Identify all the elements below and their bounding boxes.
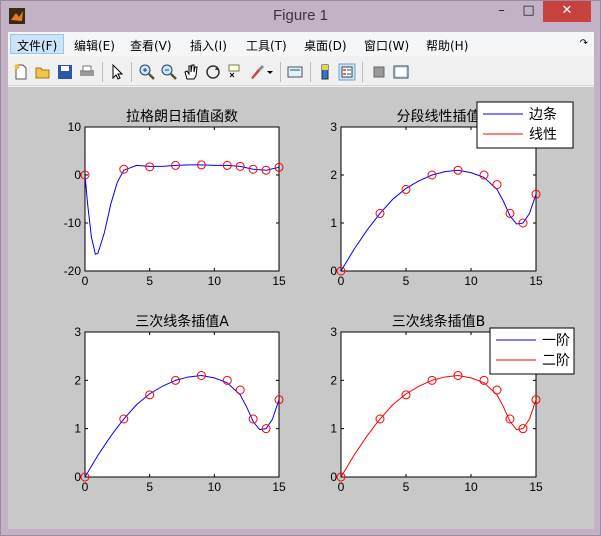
chevron-icon[interactable]: ↷	[580, 38, 588, 49]
y-tick-label: 1	[74, 422, 81, 436]
legend[interactable]: 边条线性	[476, 101, 574, 149]
x-tick-label: 5	[403, 480, 410, 494]
client-area: 文件(F) 编辑(E) 查看(V) 插入(I) 工具(T) 桌面(D) 窗口(W…	[8, 32, 594, 529]
x-tick-label: 5	[146, 274, 153, 288]
toolbar-separator	[362, 62, 363, 82]
y-tick-label: 2	[330, 373, 337, 387]
rotate-3d-icon[interactable]	[204, 63, 222, 81]
x-tick-label: 0	[82, 480, 89, 494]
colorbar-icon[interactable]	[316, 63, 334, 81]
y-tick-label: 2	[330, 168, 337, 182]
y-tick-label: 0	[74, 470, 81, 484]
print-icon[interactable]	[78, 63, 96, 81]
x-tick-label: 10	[208, 480, 222, 494]
toolbar-separator	[102, 62, 103, 82]
axes-box	[84, 126, 280, 272]
y-tick-label: 2	[74, 373, 81, 387]
menu-desktop[interactable]: 桌面(D)	[298, 34, 353, 54]
menu-edit[interactable]: 编辑(E)	[68, 34, 121, 54]
y-tick-label: 3	[74, 325, 81, 339]
menu-view[interactable]: 查看(V)	[124, 34, 178, 54]
y-tick-label: 3	[330, 325, 337, 339]
menu-insert[interactable]: 插入(I)	[184, 34, 233, 54]
x-tick-label: 10	[208, 274, 222, 288]
link-plot-icon[interactable]	[286, 63, 304, 81]
y-tick-label: 0	[330, 470, 337, 484]
y-tick-label: -10	[64, 216, 82, 230]
chart-title: 三次线条插值A	[135, 313, 229, 330]
save-icon[interactable]	[56, 63, 74, 81]
figure-window: Figure 1 – □ ✕ 文件(F) 编辑(E) 查看(V) 插入(I) 工…	[0, 0, 601, 536]
menu-window[interactable]: 窗口(W)	[358, 34, 415, 54]
x-tick-label: 0	[82, 274, 89, 288]
menu-help[interactable]: 帮助(H)	[420, 34, 474, 54]
toolbar	[8, 57, 594, 86]
y-tick-label: 3	[330, 120, 337, 134]
x-tick-label: 5	[403, 274, 410, 288]
axes-box	[340, 126, 537, 272]
y-tick-label: 0	[330, 264, 337, 278]
select-arrow-icon[interactable]	[108, 63, 126, 81]
y-tick-label: 0	[74, 168, 81, 182]
pan-hand-icon[interactable]	[182, 63, 200, 81]
toolbar-separator	[280, 62, 281, 82]
zoom-in-icon[interactable]	[138, 63, 156, 81]
hide-plot-tools-icon[interactable]	[370, 63, 388, 81]
close-button[interactable]: ✕	[543, 1, 591, 22]
x-tick-label: 10	[464, 480, 478, 494]
legend-label: 一阶	[542, 333, 570, 349]
x-tick-label: 0	[338, 274, 345, 288]
y-tick-label: 1	[330, 216, 337, 230]
legend-box	[476, 101, 574, 149]
zoom-out-icon[interactable]	[160, 63, 178, 81]
axes-1[interactable]: 0 5 10 15 -20 -10 0 10 拉格朗日插值函数	[64, 109, 286, 288]
y-tick-label: 10	[68, 120, 82, 134]
show-plot-tools-icon[interactable]	[392, 63, 410, 81]
x-tick-label: 15	[529, 480, 543, 494]
x-tick-label: 0	[338, 480, 345, 494]
open-file-icon[interactable]	[34, 63, 52, 81]
legend[interactable]: 一阶二阶	[489, 327, 575, 375]
legend-label: 二阶	[542, 353, 570, 369]
axes-box	[84, 331, 280, 478]
new-figure-icon[interactable]	[12, 63, 30, 81]
legend-label: 线性	[529, 127, 557, 143]
menu-bar: 文件(F) 编辑(E) 查看(V) 插入(I) 工具(T) 桌面(D) 窗口(W…	[8, 32, 594, 56]
legend-label: 边条	[529, 106, 557, 123]
minimize-button[interactable]: –	[488, 1, 515, 22]
x-tick-label: 5	[146, 480, 153, 494]
chart-title: 拉格朗日插值函数	[126, 109, 238, 125]
y-tick-label: 1	[330, 422, 337, 436]
x-tick-label: 15	[529, 274, 543, 288]
toolbar-separator	[310, 62, 311, 82]
y-tick-label: -20	[64, 264, 82, 278]
toolbar-separator	[131, 62, 132, 82]
figure-canvas[interactable]: 0 5 10 15 -20 -10 0 10 拉格朗日插值函数 0 5 10 15 0 1 2 3 分段线性插值边…	[8, 87, 594, 529]
plot-area: 0 5 10 15-20-10010拉格朗日插值函数0 5 10 150123分段线性插值边…	[64, 101, 575, 494]
menu-tools[interactable]: 工具(T)	[240, 34, 293, 54]
maximize-button[interactable]: □	[515, 1, 542, 22]
x-tick-label: 15	[272, 274, 286, 288]
data-cursor-icon[interactable]	[226, 63, 244, 81]
brush-icon[interactable]	[248, 63, 266, 81]
x-tick-label: 10	[464, 274, 478, 288]
brush-dropdown-icon[interactable]	[266, 63, 274, 81]
title-bar[interactable]: Figure 1 – □ ✕	[1, 1, 600, 33]
chart-title: 三次线条插值B	[392, 313, 486, 330]
axes-3[interactable]: 0 5 10 15 0 1 2 3 三次线条插值A	[74, 313, 286, 494]
legend-icon[interactable]	[338, 63, 356, 81]
chart-title: 分段线性插值	[397, 109, 481, 125]
x-tick-label: 15	[272, 480, 286, 494]
menu-file[interactable]: 文件(F)	[10, 34, 65, 54]
